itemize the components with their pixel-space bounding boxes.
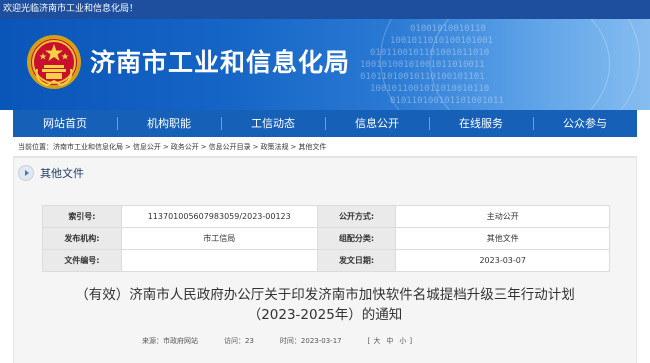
category-label: 其他文件: [40, 167, 84, 180]
svg-text:010110100101101001011: 010110100101101001011: [390, 96, 504, 106]
document-info-table: 索引号: 113701005607983059/2023-00123 公开方式:…: [42, 205, 610, 272]
nav-item-organization[interactable]: 机构职能: [117, 110, 221, 137]
nav-item-disclosure[interactable]: 信息公开: [325, 110, 429, 137]
breadcrumb-link[interactable]: 济南市工业和信息化局: [53, 137, 123, 157]
category-header: 其他文件: [18, 162, 84, 184]
nav-item-online-service[interactable]: 在线服务: [429, 110, 533, 137]
doc-number-value: [120, 249, 318, 272]
font-size-small-button[interactable]: 小: [399, 335, 406, 347]
document-title-line: （有效）济南市人民政府办公厅关于印发济南市加快软件名城提档升级三年行动计划: [75, 287, 575, 303]
font-size-large-button[interactable]: 大: [373, 335, 380, 347]
welcome-text: 欢迎光临济南市工业和信息化局！: [3, 4, 139, 14]
breadcrumb-prefix: 当前位置：: [18, 143, 53, 151]
table-row: 发布机构: 市工信局 组配分类: 其他文件: [42, 227, 610, 250]
breadcrumb: 当前位置：济南市工业和信息化局 > 信息公开 > 政务公开 > 信息公开目录 > 政策法规 > 其他…: [13, 137, 637, 157]
table-row: 索引号: 113701005607983059/2023-00123 公开方式:…: [42, 205, 610, 228]
nav-item-news[interactable]: 工信动态: [221, 110, 325, 137]
binary-pattern-decor: 01001010010110 1001011010100101001 01011…: [360, 24, 504, 106]
main-nav: 网站首页 机构职能 工信动态 信息公开 在线服务 公众参与: [13, 110, 637, 137]
issuer-value: 市工信局: [120, 227, 318, 250]
open-mode-value: 主动公开: [395, 205, 610, 228]
category-field-label: 组配分类:: [316, 227, 397, 250]
index-label: 索引号:: [42, 205, 122, 228]
breadcrumb-link[interactable]: 信息公开目录: [209, 137, 251, 157]
top-welcome-bar: 欢迎光临济南市工业和信息化局！: [0, 0, 650, 19]
source-value: 市政府网站: [163, 337, 198, 345]
issuer-label: 发布机构:: [42, 227, 122, 250]
doc-number-label: 文件编号:: [42, 249, 122, 272]
open-mode-label: 公开方式:: [316, 205, 397, 228]
svg-text:01001010010110: 01001010010110: [410, 24, 486, 34]
breadcrumb-separator: >: [252, 143, 259, 151]
site-title[interactable]: 济南市工业和信息化局: [90, 48, 350, 78]
font-size-close-bracket: ]: [409, 337, 413, 345]
nav-item-public-participation[interactable]: 公众参与: [533, 110, 637, 137]
date-value: 2023-03-17: [300, 337, 342, 345]
svg-text:1001011010100101001: 1001011010100101001: [390, 36, 493, 46]
breadcrumb-link[interactable]: 信息公开: [133, 137, 161, 157]
breadcrumb-current[interactable]: 其他文件: [298, 137, 326, 157]
breadcrumb-separator: >: [162, 143, 169, 151]
table-row: 文件编号: 发文日期: 2023-03-07: [42, 249, 610, 272]
source-label: 来源：: [142, 337, 163, 345]
breadcrumb-separator: >: [125, 143, 131, 151]
svg-text:0101100101101001011010: 0101100101101001011010: [370, 48, 489, 58]
issue-date-value: 2023-03-07: [395, 249, 610, 272]
content-panel: 其他文件 索引号: 113701005607983059/2023-00123 …: [13, 157, 637, 363]
font-size-medium-button[interactable]: 中: [386, 335, 393, 347]
breadcrumb-link[interactable]: 政务公开: [171, 137, 199, 157]
document-title: （有效）济南市人民政府办公厅关于印发济南市加快软件名城提档升级三年行动计划 （2…: [14, 285, 636, 325]
document-title-line: （2023-2025年）的通知: [247, 307, 403, 323]
svg-text:1001011001011010010110: 1001011001011010010110: [370, 84, 489, 94]
arrow-circle-icon: [18, 165, 34, 181]
breadcrumb-separator: >: [290, 143, 297, 151]
svg-text:10010100101001011010011: 10010100101001011010011: [360, 60, 485, 70]
date-label: 时间：: [279, 337, 301, 345]
issue-date-label: 发文日期:: [316, 249, 397, 272]
index-value: 113701005607983059/2023-00123: [120, 205, 318, 228]
document-meta: 来源： 市政府网站 访问： 23 时间： 2023-03-17 [ 大 中 小 …: [142, 335, 412, 347]
national-emblem-icon: [27, 35, 81, 89]
site-banner: 01001010010110 1001011010100101001 01011…: [0, 19, 650, 110]
visits-value: 23: [245, 337, 254, 345]
svg-text:01011010010110100101101: 01011010010110100101101: [360, 72, 485, 82]
category-field-value: 其他文件: [395, 227, 610, 250]
font-size-open-bracket: [: [367, 337, 371, 345]
breadcrumb-link[interactable]: 政策法规: [261, 137, 289, 157]
breadcrumb-separator: >: [200, 143, 207, 151]
visits-label: 访问：: [224, 337, 245, 345]
nav-item-home[interactable]: 网站首页: [13, 110, 117, 137]
